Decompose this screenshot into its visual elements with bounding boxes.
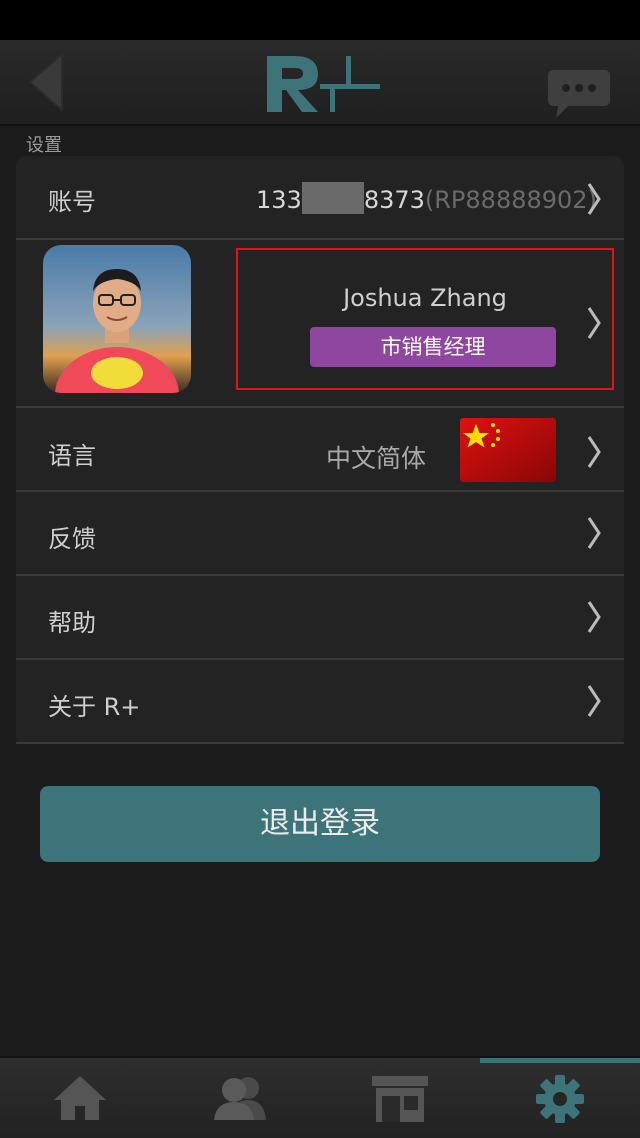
avatar[interactable] xyxy=(43,245,191,393)
account-code: (RP88888902) xyxy=(424,186,597,214)
r-plus-logo-icon xyxy=(267,56,380,112)
section-label: 设置 xyxy=(26,135,62,156)
account-value: 133 8373(RP88888902) xyxy=(256,182,597,214)
account-number-prefix: 133 xyxy=(256,186,302,214)
tab-contacts[interactable] xyxy=(160,1058,320,1138)
chevron-right-icon xyxy=(587,685,601,717)
account-number-suffix: 8373 xyxy=(363,186,425,214)
profile-row[interactable]: Joshua Zhang 市销售经理 xyxy=(16,240,624,408)
back-arrow-icon xyxy=(28,51,63,113)
language-label: 语言 xyxy=(48,442,96,470)
active-tab-indicator xyxy=(480,1058,640,1063)
account-label: 账号 xyxy=(48,188,96,216)
app-logo xyxy=(262,52,382,114)
account-row[interactable]: 账号 133 8373(RP88888902) xyxy=(16,156,624,240)
about-row[interactable]: 关于 R+ xyxy=(16,660,624,744)
store-icon xyxy=(372,1076,428,1122)
help-label: 帮助 xyxy=(48,609,96,637)
chevron-right-icon xyxy=(587,517,601,549)
chevron-right-icon xyxy=(587,436,601,468)
home-icon xyxy=(54,1076,106,1120)
logout-button[interactable]: 退出登录 xyxy=(40,786,600,862)
nav-bar xyxy=(0,40,640,126)
tab-bar xyxy=(0,1056,640,1138)
language-value: 中文简体 xyxy=(326,444,427,473)
tab-home[interactable] xyxy=(0,1058,160,1138)
feedback-label: 反馈 xyxy=(48,525,96,553)
chevron-right-icon xyxy=(587,307,601,339)
language-row[interactable]: 语言 中文简体 xyxy=(16,408,624,492)
help-row[interactable]: 帮助 xyxy=(16,576,624,660)
chat-bubble-icon xyxy=(548,70,610,118)
status-bar xyxy=(0,0,640,40)
tab-store[interactable] xyxy=(320,1058,480,1138)
chevron-right-icon xyxy=(587,183,601,215)
masked-digits xyxy=(301,182,364,214)
china-flag-icon xyxy=(460,418,556,482)
feedback-row[interactable]: 反馈 xyxy=(16,492,624,576)
tab-settings[interactable] xyxy=(480,1058,640,1138)
about-label: 关于 R+ xyxy=(48,693,141,721)
profile-name: Joshua Zhang xyxy=(343,284,507,312)
profile-highlight-box[interactable]: Joshua Zhang 市销售经理 xyxy=(236,248,614,390)
back-button[interactable] xyxy=(22,51,72,113)
chevron-right-icon xyxy=(587,601,601,633)
gear-icon xyxy=(536,1075,584,1123)
avatar-photo xyxy=(43,245,191,393)
people-icon xyxy=(214,1077,266,1120)
chat-button[interactable] xyxy=(546,66,612,120)
job-title-badge: 市销售经理 xyxy=(310,327,556,367)
